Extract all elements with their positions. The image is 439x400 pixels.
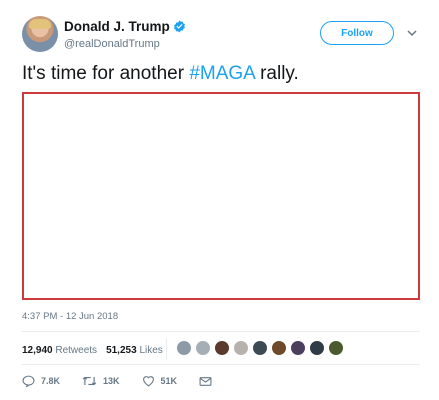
likes-label: Likes bbox=[139, 345, 163, 356]
reply-count: 7.8K bbox=[41, 376, 61, 386]
retweets-stat[interactable]: 12,940 Retweets bbox=[22, 345, 97, 356]
media-frame[interactable] bbox=[22, 92, 420, 300]
liker-avatar[interactable] bbox=[233, 340, 249, 356]
envelope-icon bbox=[199, 376, 212, 386]
chevron-down-icon[interactable] bbox=[406, 28, 418, 38]
handle[interactable]: @realDonaldTrump bbox=[64, 38, 160, 50]
divider-bottom bbox=[22, 364, 420, 365]
avatar-hair bbox=[29, 19, 51, 29]
retweet-count: 13K bbox=[103, 376, 120, 386]
liker-avatar[interactable] bbox=[309, 340, 325, 356]
like-button[interactable]: 51K bbox=[142, 375, 178, 387]
verified-badge-icon bbox=[173, 20, 185, 33]
avatar[interactable] bbox=[22, 16, 58, 52]
liker-avatar[interactable] bbox=[214, 340, 230, 356]
retweet-icon bbox=[82, 376, 97, 386]
action-bar: 7.8K 13K 51K bbox=[22, 375, 240, 387]
liker-avatar[interactable] bbox=[252, 340, 268, 356]
divider-top bbox=[22, 331, 420, 332]
liker-avatar[interactable] bbox=[195, 340, 211, 356]
tweet-text-prefix: It's time for another bbox=[22, 63, 190, 84]
liker-avatar[interactable] bbox=[176, 340, 192, 356]
heart-icon bbox=[142, 376, 154, 387]
liker-avatar[interactable] bbox=[290, 340, 306, 356]
like-count: 51K bbox=[160, 376, 178, 386]
liker-avatar[interactable] bbox=[271, 340, 287, 356]
reply-button[interactable]: 7.8K bbox=[22, 375, 60, 387]
liker-avatars bbox=[176, 340, 347, 356]
hashtag-link[interactable]: #MAGA bbox=[189, 63, 254, 84]
reply-icon bbox=[22, 375, 35, 387]
stats-divider bbox=[166, 338, 167, 360]
direct-message-button[interactable] bbox=[199, 376, 218, 387]
retweets-label: Retweets bbox=[55, 345, 98, 356]
retweet-button[interactable]: 13K bbox=[82, 375, 120, 387]
tweet-text: It's time for another #MAGA rally. bbox=[22, 63, 299, 85]
timestamp[interactable]: 4:37 PM - 12 Jun 2018 bbox=[22, 311, 118, 322]
engagement-stats: 12,940 Retweets 51,253 Likes bbox=[22, 345, 163, 356]
display-name-text: Donald J. Trump bbox=[64, 19, 170, 34]
retweets-count: 12,940 bbox=[22, 345, 53, 356]
likes-count: 51,253 bbox=[106, 345, 137, 356]
likes-stat[interactable]: 51,253 Likes bbox=[106, 345, 163, 356]
liker-avatar[interactable] bbox=[328, 340, 344, 356]
follow-button[interactable]: Follow bbox=[320, 21, 394, 45]
display-name[interactable]: Donald J. Trump bbox=[64, 19, 186, 34]
tweet-text-suffix: rally. bbox=[254, 63, 299, 84]
